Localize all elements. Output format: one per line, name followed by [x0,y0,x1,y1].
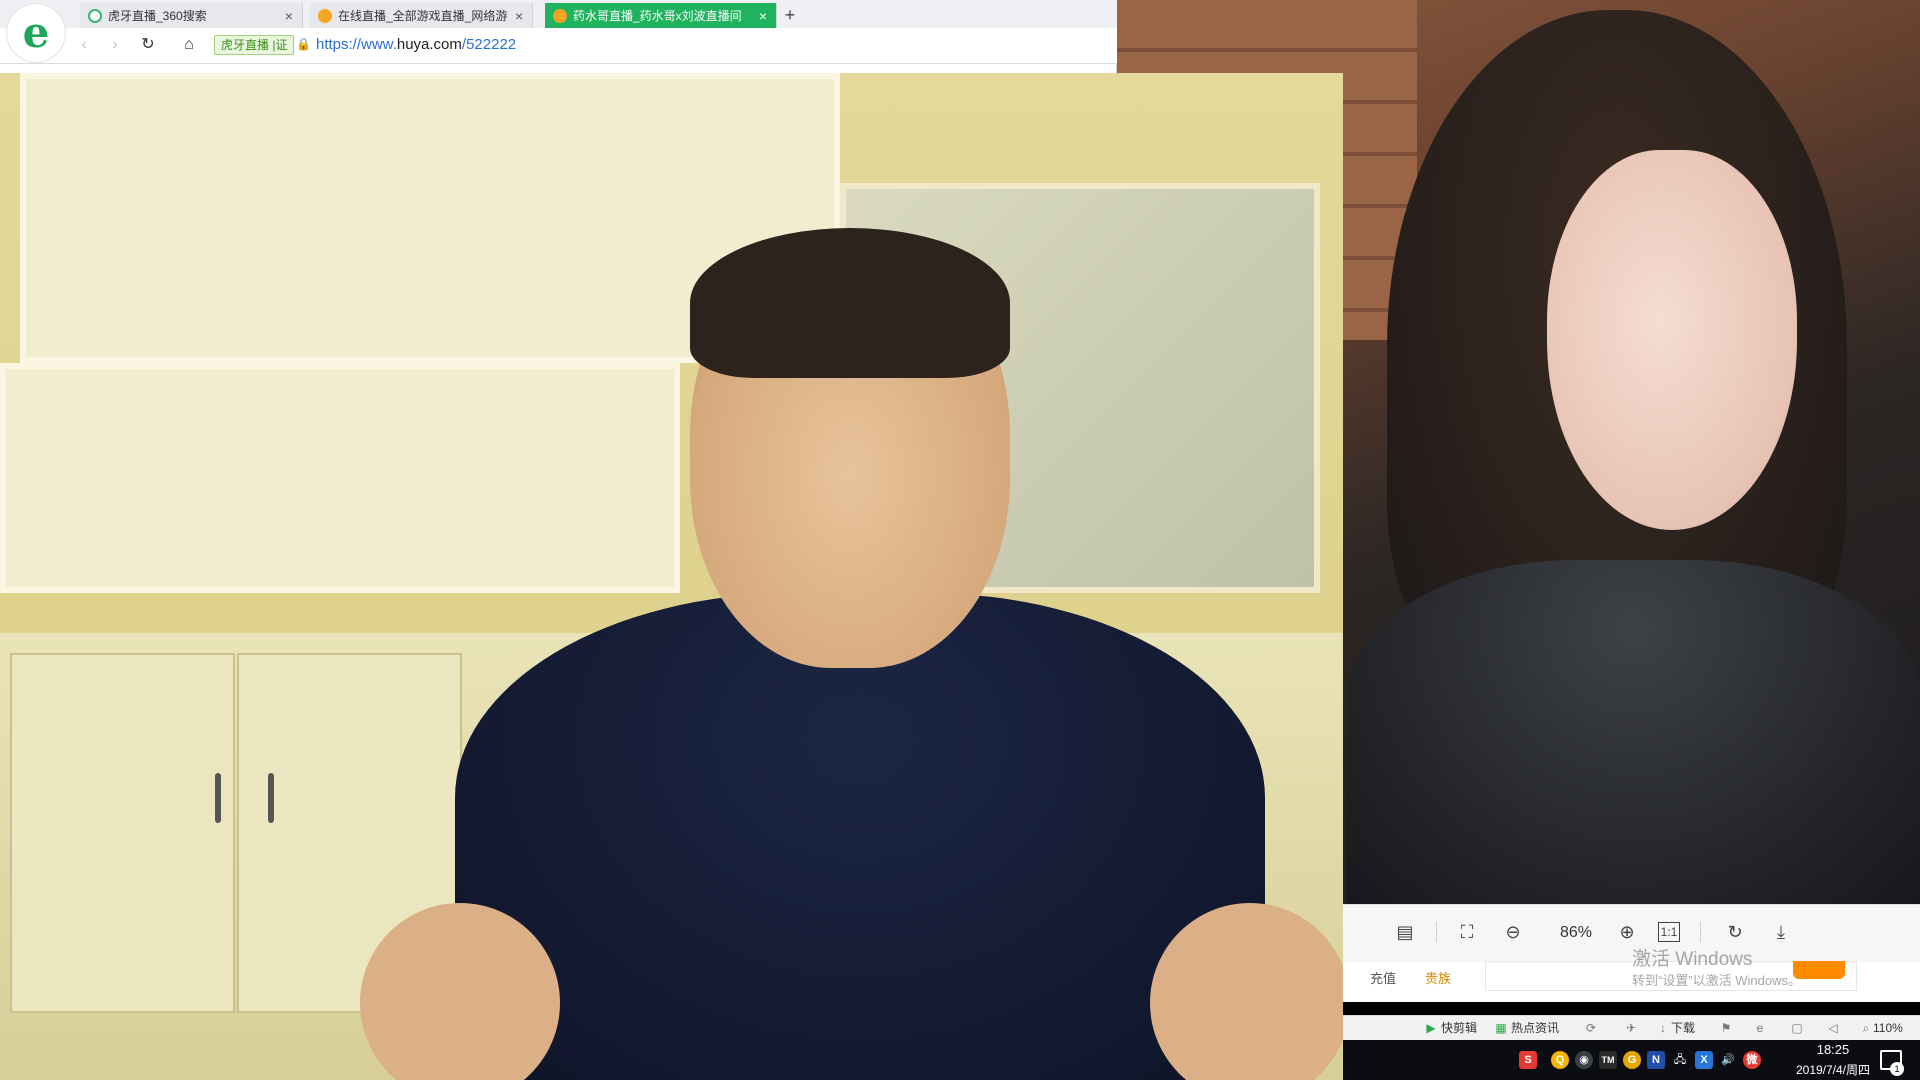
lock-icon[interactable]: 🔒 [296,37,311,53]
forward-button[interactable]: › [104,34,126,56]
search-360-icon [88,8,102,23]
toolbar-divider [1700,922,1701,942]
window-icon[interactable]: ▢ [1789,1020,1805,1036]
tab-bar: 虎牙直播_360搜索 × 在线直播_全部游戏直播_网络游 × 药水哥直播_药水哥… [0,0,1117,28]
huya-icon [318,8,332,23]
status-item-news[interactable]: 热点资讯 [1511,1019,1559,1037]
new-tab-button[interactable]: + [778,3,802,28]
video-clip-icon[interactable]: ▶ [1423,1020,1439,1036]
actual-size-icon[interactable]: 1:1 [1658,922,1680,942]
cabinet-handle [215,773,221,823]
browser-logo[interactable]: e [7,4,65,62]
woman-face [1547,150,1797,530]
zoom-level: 86% [1559,924,1593,941]
tab-huya-room[interactable]: 药水哥直播_药水哥x刘波直播间 × [545,3,777,28]
activation-watermark-subtitle: 转到“设置”以激活 Windows。 [1632,973,1802,988]
fit-screen-icon[interactable]: ⛶ [1453,918,1481,946]
huya-icon [553,8,567,23]
zoom-in-icon[interactable]: ⊕ [1613,918,1641,946]
notification-count: 1 [1890,1062,1904,1076]
video-shelf-middle [0,363,680,593]
stream-video[interactable] [0,73,1343,1080]
tm-icon[interactable]: TM [1599,1051,1617,1069]
speaker-icon[interactable]: 🔊 [1719,1051,1737,1069]
status-item-zoom[interactable]: 110% [1873,1019,1903,1037]
sogou-icon[interactable]: S [1519,1051,1537,1069]
site-badge[interactable]: 虎牙直播 |证 [214,35,295,55]
woman-coat [1347,560,1920,904]
recharge-link[interactable]: 充值 [1370,968,1396,987]
news-icon[interactable]: ▦ [1493,1020,1509,1036]
translate-icon[interactable]: ⚑ [1718,1020,1734,1036]
tab-label: 在线直播_全部游戏直播_网络游 [338,9,508,23]
layout-icon[interactable]: ▤ [1391,918,1419,946]
clock-date[interactable]: 2019/7/4/周四 [1793,1061,1873,1078]
url-host: huya.com [396,36,462,53]
rotate-icon[interactable]: ↻ [1721,918,1749,946]
download-arrow-icon[interactable]: ↓ [1655,1020,1671,1036]
close-icon[interactable]: × [510,8,528,24]
volume-icon[interactable]: ◁ [1825,1020,1841,1036]
tab-label: 虎牙直播_360搜索 [108,9,207,23]
noble-link[interactable]: 贵族 [1425,968,1451,987]
clock-time[interactable]: 18:25 [1793,1042,1873,1057]
accelerate-icon[interactable]: ✈ [1623,1020,1639,1036]
nav-bar [0,28,1117,64]
network-icon[interactable]: 🖧 [1671,1051,1689,1069]
back-button[interactable]: ‹ [73,34,95,56]
reload-button[interactable]: ↻ [137,34,159,56]
close-icon[interactable]: × [280,8,298,24]
address-bar[interactable]: https://www.huya.com/522222 [316,35,516,55]
n-app-icon[interactable]: N [1647,1051,1665,1069]
chrome-icon[interactable]: G [1623,1051,1641,1069]
status-item-download[interactable]: 下载 [1671,1019,1695,1037]
close-icon[interactable]: × [754,8,772,24]
tab-search[interactable]: 虎牙直播_360搜索 × [80,3,303,28]
toolbar-divider [1436,922,1437,942]
home-button[interactable]: ⌂ [178,34,200,56]
url-path: /522222 [461,36,517,53]
tab-label: 药水哥直播_药水哥x刘波直播间 [573,9,742,23]
weibo-icon[interactable]: 微 [1743,1051,1761,1069]
zoom-out-icon[interactable]: ⊖ [1499,918,1527,946]
ie-icon[interactable]: e [1752,1020,1768,1036]
logo-letter: e [22,8,50,57]
download-icon[interactable]: ⤓ [1767,918,1795,946]
activation-watermark-title: 激活 Windows [1632,949,1753,970]
tab-huya-list[interactable]: 在线直播_全部游戏直播_网络游 × [310,3,533,28]
zoom-icon[interactable]: ⌕ [1858,1020,1874,1036]
sync-icon[interactable]: ⟳ [1583,1020,1599,1036]
steam-icon[interactable]: ◉ [1575,1051,1593,1069]
streamer-hair [690,228,1010,378]
url-scheme: https://www. [316,36,397,53]
qq-icon[interactable]: Q [1551,1051,1569,1069]
cabinet-handle [268,773,274,823]
cabinet-door [10,653,235,1013]
status-item-clip[interactable]: 快剪辑 [1441,1019,1477,1037]
x-app-icon[interactable]: X [1695,1051,1713,1069]
